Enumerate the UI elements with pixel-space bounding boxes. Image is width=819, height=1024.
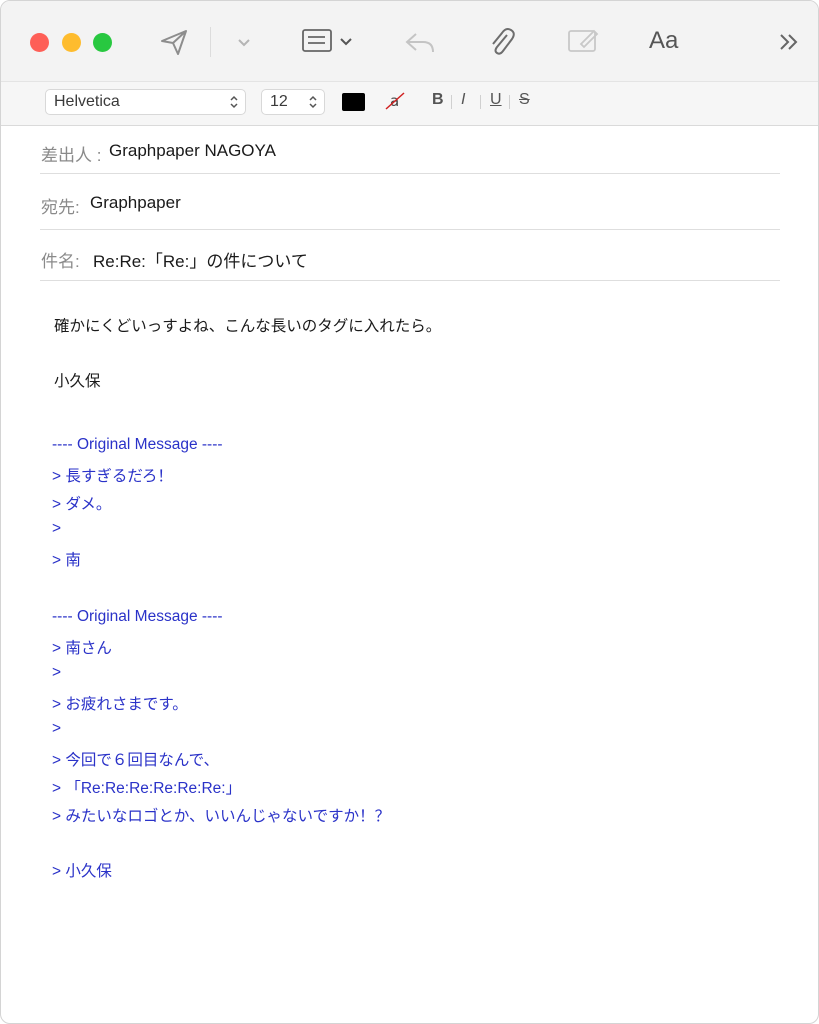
- updown-arrows-icon: [230, 95, 238, 109]
- header-divider: [40, 173, 780, 174]
- subject-label: 件名:: [41, 252, 80, 271]
- minimize-window-button[interactable]: [62, 33, 81, 52]
- to-label: 宛先:: [41, 198, 80, 217]
- quote-header: ---- Original Message ----: [52, 608, 223, 625]
- underline-button[interactable]: U: [490, 91, 502, 109]
- mail-compose-window: Aa Helvetica 12 a B I U S 差出人 : Graphpap…: [0, 0, 819, 1024]
- quote-line: > 南: [52, 552, 81, 569]
- header-divider: [40, 229, 780, 230]
- to-field[interactable]: Graphpaper: [90, 193, 181, 213]
- strikethrough-button[interactable]: S: [519, 91, 530, 109]
- from-label: 差出人 :: [41, 146, 102, 165]
- more-chevrons-icon[interactable]: [776, 29, 802, 55]
- no-background-color-icon[interactable]: a: [383, 90, 407, 112]
- quote-line: > 今回で６回目なんで、: [52, 752, 219, 769]
- quote-line: >: [52, 664, 62, 681]
- send-icon[interactable]: [158, 27, 190, 57]
- format-separator: [480, 95, 481, 109]
- font-size-value: 12: [270, 93, 288, 110]
- quote-line: > お疲れさまです。: [52, 696, 188, 713]
- quote-line: >: [52, 520, 62, 537]
- chevron-down-icon[interactable]: [234, 33, 254, 51]
- updown-arrows-icon: [309, 95, 317, 109]
- zoom-window-button[interactable]: [93, 33, 112, 52]
- paperclip-icon[interactable]: [486, 25, 516, 57]
- text-color-swatch[interactable]: [342, 93, 365, 111]
- toolbar: Aa: [1, 1, 818, 81]
- quote-line: > 「Re:Re:Re:Re:Re:Re:」: [52, 780, 242, 797]
- quote-line: >: [52, 720, 62, 737]
- from-field[interactable]: Graphpaper NAGOYA: [109, 141, 276, 161]
- font-size-select[interactable]: 12: [261, 89, 325, 115]
- message-signature: 小久保: [54, 373, 101, 390]
- header-divider: [40, 280, 780, 281]
- subject-field[interactable]: Re:Re:「Re:」の件について: [93, 247, 308, 272]
- header-fields-icon[interactable]: [301, 27, 357, 55]
- bold-button[interactable]: B: [432, 91, 444, 109]
- format-separator: [509, 95, 510, 109]
- reply-icon[interactable]: [403, 27, 437, 57]
- font-panel-button[interactable]: Aa: [649, 27, 678, 55]
- toolbar-separator: [210, 27, 211, 57]
- quote-line: > 南さん: [52, 640, 112, 657]
- italic-button[interactable]: I: [461, 91, 465, 109]
- quote-line: > 長すぎるだろ！: [52, 468, 173, 485]
- close-window-button[interactable]: [30, 33, 49, 52]
- quote-line: > ダメ。: [52, 496, 112, 513]
- quote-header: ---- Original Message ----: [52, 436, 223, 453]
- quote-line: > 小久保: [52, 863, 112, 880]
- message-line: 確かにくどいっすよね、こんな長いのタグに入れたら。: [54, 318, 442, 335]
- quote-line: > みたいなロゴとか、いいんじゃないですか！？: [52, 808, 391, 825]
- format-separator: [451, 95, 452, 109]
- font-family-select[interactable]: Helvetica: [45, 89, 246, 115]
- markup-icon[interactable]: [566, 25, 602, 57]
- font-family-value: Helvetica: [54, 93, 120, 110]
